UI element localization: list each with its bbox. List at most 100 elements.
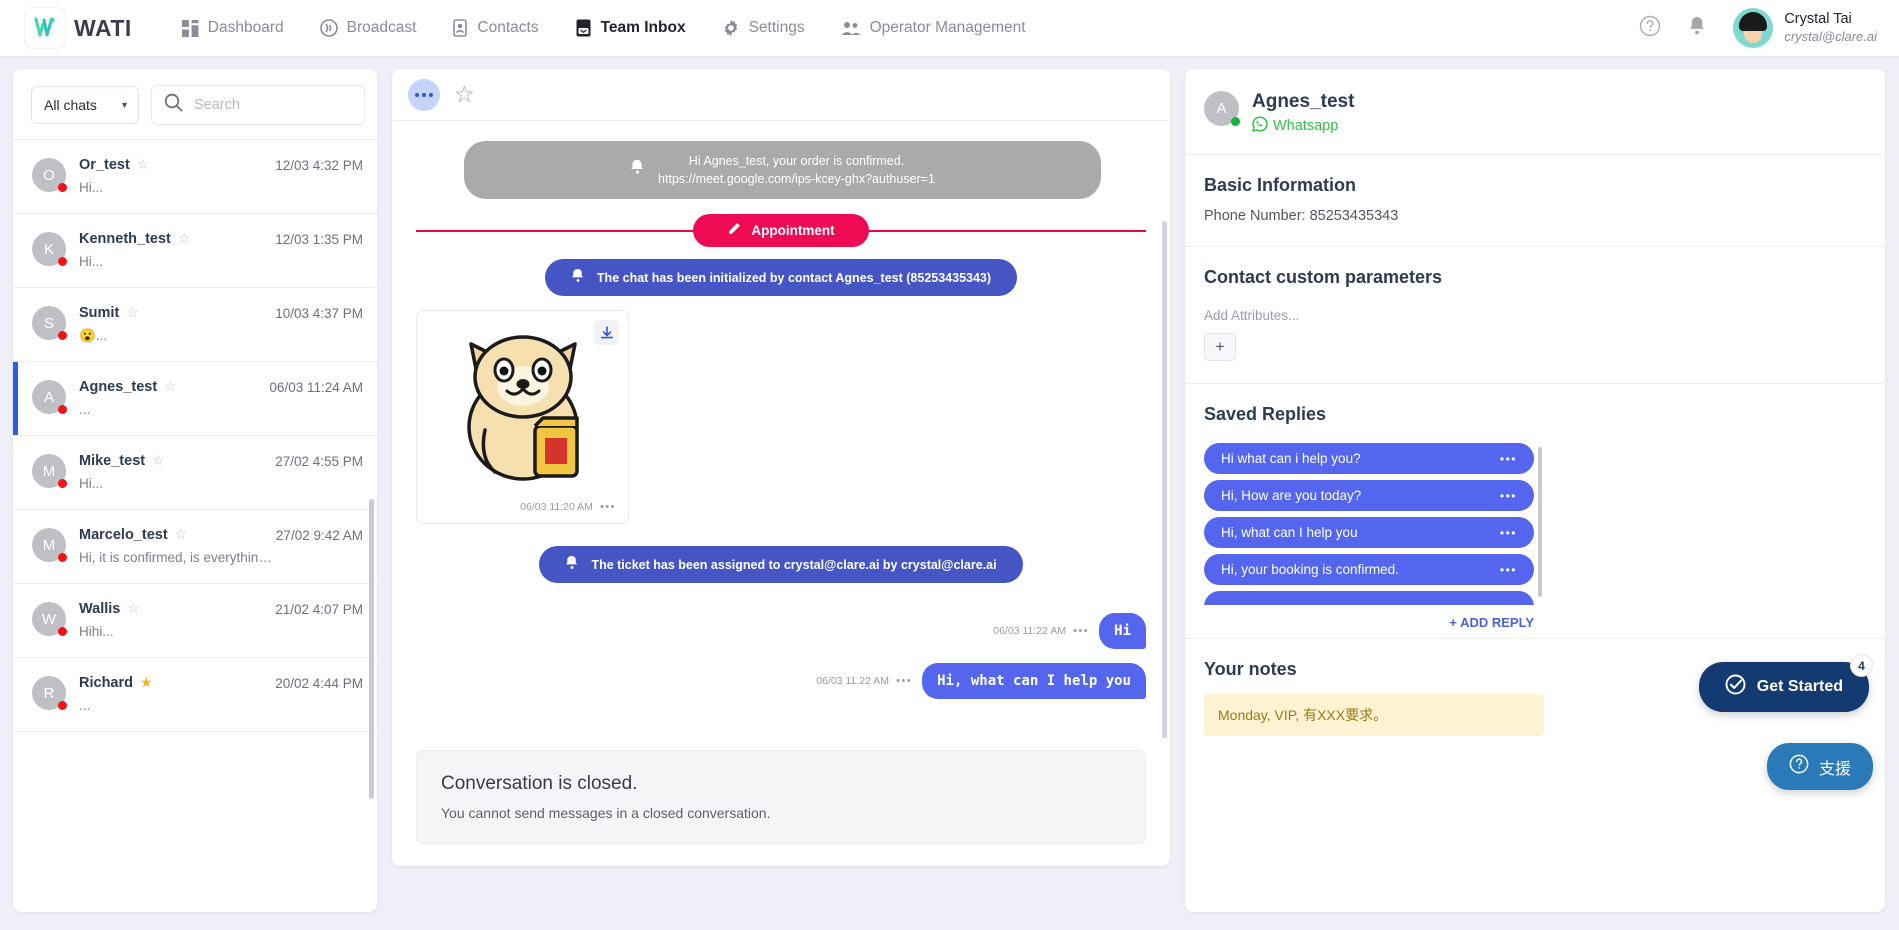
- main-nav: Dashboard Broadcast Contacts Team Inbox …: [168, 11, 1040, 45]
- conversation-scrollbar[interactable]: [1162, 221, 1167, 738]
- bell-icon[interactable]: [1687, 15, 1707, 42]
- more-dots-icon[interactable]: •••: [1500, 526, 1517, 540]
- chat-list-item[interactable]: A Agnes_test ☆... 06/03 11:24 AM: [13, 362, 377, 436]
- chat-list-item[interactable]: W Wallis ☆ Hihi... 21/02 4:07 PM: [13, 584, 377, 658]
- chat-list-item[interactable]: K Kenneth_test ☆ Hi... 12/03 1:35 PM: [13, 214, 377, 288]
- chat-list-item[interactable]: O Or_test ☆ Hi... 12/03 4:32 PM: [13, 140, 377, 214]
- help-circle-icon: [1789, 754, 1809, 779]
- saved-reply-item[interactable]: Hi, what can I help you •••: [1204, 517, 1534, 548]
- search-icon: [164, 93, 183, 117]
- add-attributes-label[interactable]: Add Attributes...: [1204, 308, 1863, 323]
- nav-label: Contacts: [477, 19, 539, 36]
- chat-name: Sumit: [79, 304, 120, 321]
- user-menu[interactable]: Crystal Tai crystal@clare.ai: [1733, 8, 1877, 48]
- saved-replies-list[interactable]: Hi what can i help you? ••• Hi, How are yo…: [1204, 443, 1863, 605]
- saved-replies-scrollbar[interactable]: [1538, 447, 1542, 597]
- saved-reply-item[interactable]: Hi, How are you today? •••: [1204, 480, 1534, 511]
- message-bubble[interactable]: Hi, what can I help you: [922, 663, 1146, 700]
- chat-preview: Hi, it is confirmed, is everything ok? .…: [79, 550, 276, 565]
- contact-header: A Agnes_test Whatsapp: [1185, 69, 1885, 154]
- avatar-initial: A: [1216, 100, 1227, 117]
- more-dots-icon[interactable]: •••: [600, 501, 616, 513]
- avatar-initial: O: [43, 166, 55, 184]
- star-icon[interactable]: ☆: [164, 378, 177, 395]
- online-status-dot: [1231, 117, 1240, 126]
- help-circle-icon[interactable]: [1639, 15, 1661, 42]
- chat-list-item[interactable]: M Mike_test ☆ Hi... 27/02 4:55 PM: [13, 436, 377, 510]
- nav-label: Operator Management: [869, 19, 1026, 36]
- chat-list-item[interactable]: S Sumit ☆ 😮... 10/03 4:37 PM: [13, 288, 377, 362]
- star-icon[interactable]: ☆: [127, 600, 140, 617]
- get-started-badge: 4: [1850, 654, 1873, 677]
- appointment-divider: Appointment: [416, 213, 1146, 247]
- avatar: W: [32, 602, 67, 636]
- chat-timestamp: 27/02 9:42 AM: [275, 528, 363, 543]
- chat-list-item[interactable]: R Richard ★... 20/02 4:44 PM: [13, 658, 377, 732]
- chat-name: Agnes_test: [79, 378, 158, 395]
- star-icon[interactable]: ☆: [175, 526, 188, 543]
- nav-item-dashboard[interactable]: Dashboard: [168, 11, 298, 45]
- star-icon[interactable]: ★: [140, 674, 153, 691]
- more-dots-icon[interactable]: •••: [1500, 452, 1517, 466]
- note-item[interactable]: Monday, VIP, 有XXX要求。: [1204, 694, 1544, 736]
- nav-item-operator-management[interactable]: Operator Management: [827, 11, 1040, 45]
- sticker-message[interactable]: 06/03 11:20 AM •••: [416, 310, 629, 525]
- chat-name: Kenneth_test: [79, 230, 171, 247]
- nav-item-broadcast[interactable]: Broadcast: [306, 11, 431, 45]
- search-box[interactable]: [151, 85, 365, 125]
- brand[interactable]: WATI: [24, 7, 132, 49]
- message-bubble[interactable]: Hi: [1099, 613, 1146, 650]
- chat-preview: Hi...: [79, 180, 104, 195]
- support-button[interactable]: 支援: [1766, 743, 1873, 790]
- operators-icon: [841, 20, 861, 36]
- avatar-initial: R: [43, 684, 55, 702]
- chat-list-item[interactable]: M Marcelo_test ☆ Hi, it is confirmed, is ev…: [13, 510, 377, 584]
- chat-rows[interactable]: O Or_test ☆ Hi... 12/03 4:32 PM K Kenneth_test…: [13, 140, 377, 903]
- appointment-badge[interactable]: Appointment: [693, 213, 869, 247]
- avatar-initial: W: [41, 610, 57, 628]
- channel-label: Whatsapp: [1273, 118, 1339, 134]
- chat-name: Richard: [79, 674, 133, 691]
- star-icon[interactable]: ☆: [126, 304, 139, 321]
- star-icon[interactable]: ☆: [152, 452, 165, 469]
- chat-preview: ...: [79, 402, 91, 417]
- chat-list-scrollbar[interactable]: [369, 499, 374, 799]
- contact-channel: Whatsapp: [1252, 116, 1354, 136]
- avatar-initial: A: [43, 388, 54, 406]
- chat-preview: Hi...: [79, 254, 104, 269]
- message-stream: Hi Agnes_test, your order is confirmed. …: [392, 121, 1170, 738]
- chat-timestamp: 10/03 4:37 PM: [275, 306, 363, 321]
- star-outline-icon[interactable]: ☆: [454, 81, 475, 108]
- chat-name: Mike_test: [79, 452, 146, 469]
- saved-reply-item[interactable]: Hi what can i help you? •••: [1204, 443, 1534, 474]
- chat-list-panel: All chats ▼ O Or_test ☆ Hi... 12/03 4:32 PM K…: [13, 69, 377, 912]
- more-dots-icon[interactable]: [408, 78, 440, 111]
- star-icon[interactable]: ☆: [178, 230, 191, 247]
- more-dots-icon[interactable]: •••: [896, 675, 912, 687]
- avatar-initial: K: [43, 240, 54, 258]
- download-icon[interactable]: [594, 320, 619, 346]
- add-attribute-button[interactable]: +: [1204, 333, 1236, 361]
- nav-item-contacts[interactable]: Contacts: [438, 11, 552, 45]
- search-input[interactable]: [194, 97, 352, 113]
- chat-preview: ...: [79, 698, 91, 713]
- more-dots-icon[interactable]: •••: [1500, 489, 1517, 503]
- system-message-ticket-assigned: The ticket has been assigned to crystal@…: [539, 546, 1023, 584]
- chat-name: Wallis: [79, 600, 121, 617]
- unread-dot: [58, 479, 67, 488]
- system-message-line2: https://meet.google.com/ips-kcey-ghx?aut…: [658, 172, 935, 187]
- saved-reply-item[interactable]: Hi, your booking is confirmed. •••: [1204, 554, 1534, 585]
- star-icon[interactable]: ☆: [137, 156, 150, 173]
- chat-filter-select[interactable]: All chats ▼: [31, 86, 139, 124]
- gear-icon: [722, 19, 740, 37]
- unread-dot: [58, 701, 67, 710]
- section-heading: Basic Information: [1204, 175, 1357, 195]
- nav-item-team-inbox[interactable]: Team Inbox: [561, 11, 700, 45]
- nav-item-settings[interactable]: Settings: [708, 11, 819, 45]
- more-dots-icon[interactable]: •••: [1073, 625, 1089, 637]
- more-dots-icon[interactable]: •••: [1500, 563, 1517, 577]
- get-started-button[interactable]: Get Started 4: [1698, 654, 1873, 712]
- nav-label: Dashboard: [207, 19, 284, 36]
- add-reply-button[interactable]: + ADD REPLY: [1204, 605, 1556, 630]
- saved-reply-item-partial[interactable]: [1204, 591, 1534, 605]
